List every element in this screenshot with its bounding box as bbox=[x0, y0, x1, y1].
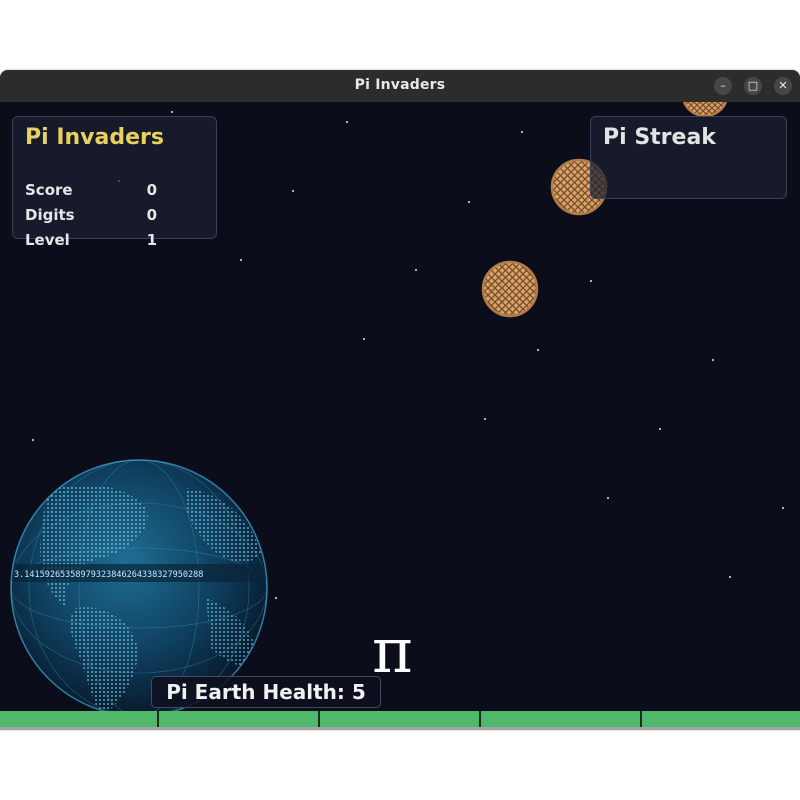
pi-streak-panel: Pi Streak bbox=[590, 116, 787, 199]
pie-invader bbox=[682, 102, 728, 116]
stats-title: Pi Invaders bbox=[25, 125, 164, 150]
minimize-button[interactable]: – bbox=[714, 77, 732, 95]
game-canvas[interactable]: Pi Invaders Score 0 Digits 0 Level 1 Pi … bbox=[0, 102, 800, 730]
pi-streak-title: Pi Streak bbox=[603, 125, 716, 150]
pi-digits-band: 3.14159265358979323846264338327950288 bbox=[14, 570, 203, 580]
health-segment-divider bbox=[157, 711, 159, 727]
pie-invader bbox=[481, 260, 539, 318]
window-title: Pi Invaders bbox=[354, 77, 446, 93]
score-label: Score bbox=[25, 181, 73, 199]
health-bar bbox=[0, 711, 800, 727]
level-row: Level 1 bbox=[25, 231, 157, 251]
close-button[interactable]: ✕ bbox=[774, 77, 792, 95]
score-row: Score 0 bbox=[25, 181, 157, 201]
digits-row: Digits 0 bbox=[25, 206, 157, 226]
earth-health-label: Pi Earth Health: 5 bbox=[151, 676, 381, 708]
health-segment-divider bbox=[318, 711, 320, 727]
pi-player-ship: π bbox=[372, 614, 413, 687]
ground-line bbox=[0, 727, 800, 730]
level-label: Level bbox=[25, 231, 70, 249]
level-value: 1 bbox=[146, 231, 157, 249]
title-bar[interactable]: Pi Invaders – □ ✕ bbox=[0, 70, 800, 102]
digits-value: 0 bbox=[146, 206, 157, 224]
digits-label: Digits bbox=[25, 206, 75, 224]
game-window: Pi Invaders – □ ✕ Pi Invaders Score 0 Di… bbox=[0, 70, 800, 730]
maximize-button[interactable]: □ bbox=[744, 77, 762, 95]
stats-panel: Pi Invaders Score 0 Digits 0 Level 1 bbox=[12, 116, 217, 249]
health-segment-divider bbox=[479, 711, 481, 727]
health-segment-divider bbox=[640, 711, 642, 727]
score-value: 0 bbox=[146, 181, 157, 199]
